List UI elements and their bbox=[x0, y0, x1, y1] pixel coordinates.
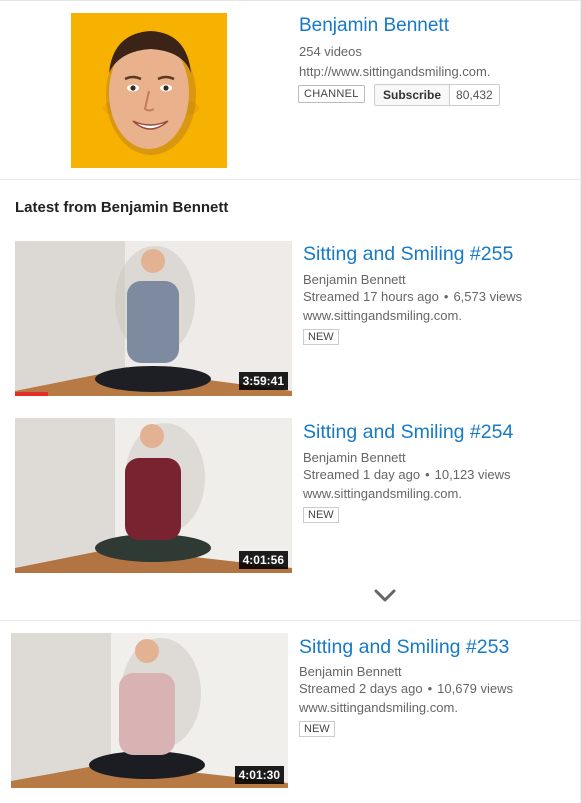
meta-separator: • bbox=[443, 289, 449, 304]
meta-separator: • bbox=[425, 467, 430, 482]
video-channel[interactable]: Benjamin Bennett bbox=[299, 663, 402, 680]
channel-avatar[interactable] bbox=[71, 13, 227, 168]
section-title: Latest from Benjamin Bennett bbox=[15, 199, 229, 216]
thumbnail-image bbox=[11, 633, 288, 788]
video-channel[interactable]: Benjamin Bennett bbox=[303, 271, 406, 288]
subscribe-group: Subscribe 80,432 bbox=[374, 84, 500, 106]
video-views: 10,123 views bbox=[434, 467, 511, 482]
section-divider bbox=[0, 620, 581, 621]
video-stats: Streamed 17 hours ago • 6,573 views bbox=[303, 288, 522, 305]
video-channel[interactable]: Benjamin Bennett bbox=[303, 449, 406, 466]
video-title[interactable]: Sitting and Smiling #255 bbox=[303, 243, 513, 266]
video-thumbnail[interactable]: 4:01:56 bbox=[15, 418, 292, 573]
video-views: 6,573 views bbox=[453, 289, 523, 304]
thumbnail-image bbox=[15, 418, 292, 573]
video-streamed-time: Streamed 2 days ago bbox=[299, 681, 423, 696]
avatar-face-image bbox=[71, 13, 227, 168]
video-thumbnail[interactable]: 3:59:41 bbox=[15, 241, 292, 396]
watch-progress-bar bbox=[15, 392, 48, 396]
top-border bbox=[0, 0, 581, 1]
channel-video-count: 254 videos bbox=[299, 44, 362, 59]
video-title[interactable]: Sitting and Smiling #254 bbox=[303, 421, 513, 444]
chevron-down-icon bbox=[374, 589, 396, 602]
video-streamed-time: Streamed 1 day ago bbox=[303, 467, 421, 482]
subscribe-button[interactable]: Subscribe bbox=[375, 85, 451, 105]
video-stats: Streamed 2 days ago • 10,679 views bbox=[299, 680, 513, 697]
video-thumbnail[interactable]: 4:01:30 bbox=[11, 633, 288, 788]
video-description-url[interactable]: www.sittingandsmiling.com. bbox=[299, 699, 458, 716]
expand-more-button[interactable] bbox=[373, 586, 397, 606]
meta-separator: • bbox=[427, 681, 433, 696]
video-duration: 4:01:56 bbox=[238, 551, 288, 569]
subscriber-count: 80,432 bbox=[450, 85, 499, 105]
new-badge: NEW bbox=[303, 329, 339, 345]
channel-name[interactable]: Benjamin Bennett bbox=[299, 15, 449, 37]
section-divider bbox=[0, 179, 581, 180]
video-description-url[interactable]: www.sittingandsmiling.com. bbox=[303, 485, 462, 502]
video-streamed-time: Streamed 17 hours ago bbox=[303, 289, 439, 304]
new-badge: NEW bbox=[303, 507, 339, 523]
video-duration: 3:59:41 bbox=[238, 372, 288, 390]
video-description-url[interactable]: www.sittingandsmiling.com. bbox=[303, 307, 462, 324]
video-title[interactable]: Sitting and Smiling #253 bbox=[299, 636, 509, 659]
video-duration: 4:01:30 bbox=[234, 766, 284, 784]
channel-badge: CHANNEL bbox=[298, 85, 365, 103]
video-views: 10,679 views bbox=[437, 681, 514, 696]
new-badge: NEW bbox=[299, 721, 335, 737]
video-stats: Streamed 1 day ago • 10,123 views bbox=[303, 466, 511, 483]
channel-url[interactable]: http://www.sittingandsmiling.com. bbox=[299, 64, 490, 79]
